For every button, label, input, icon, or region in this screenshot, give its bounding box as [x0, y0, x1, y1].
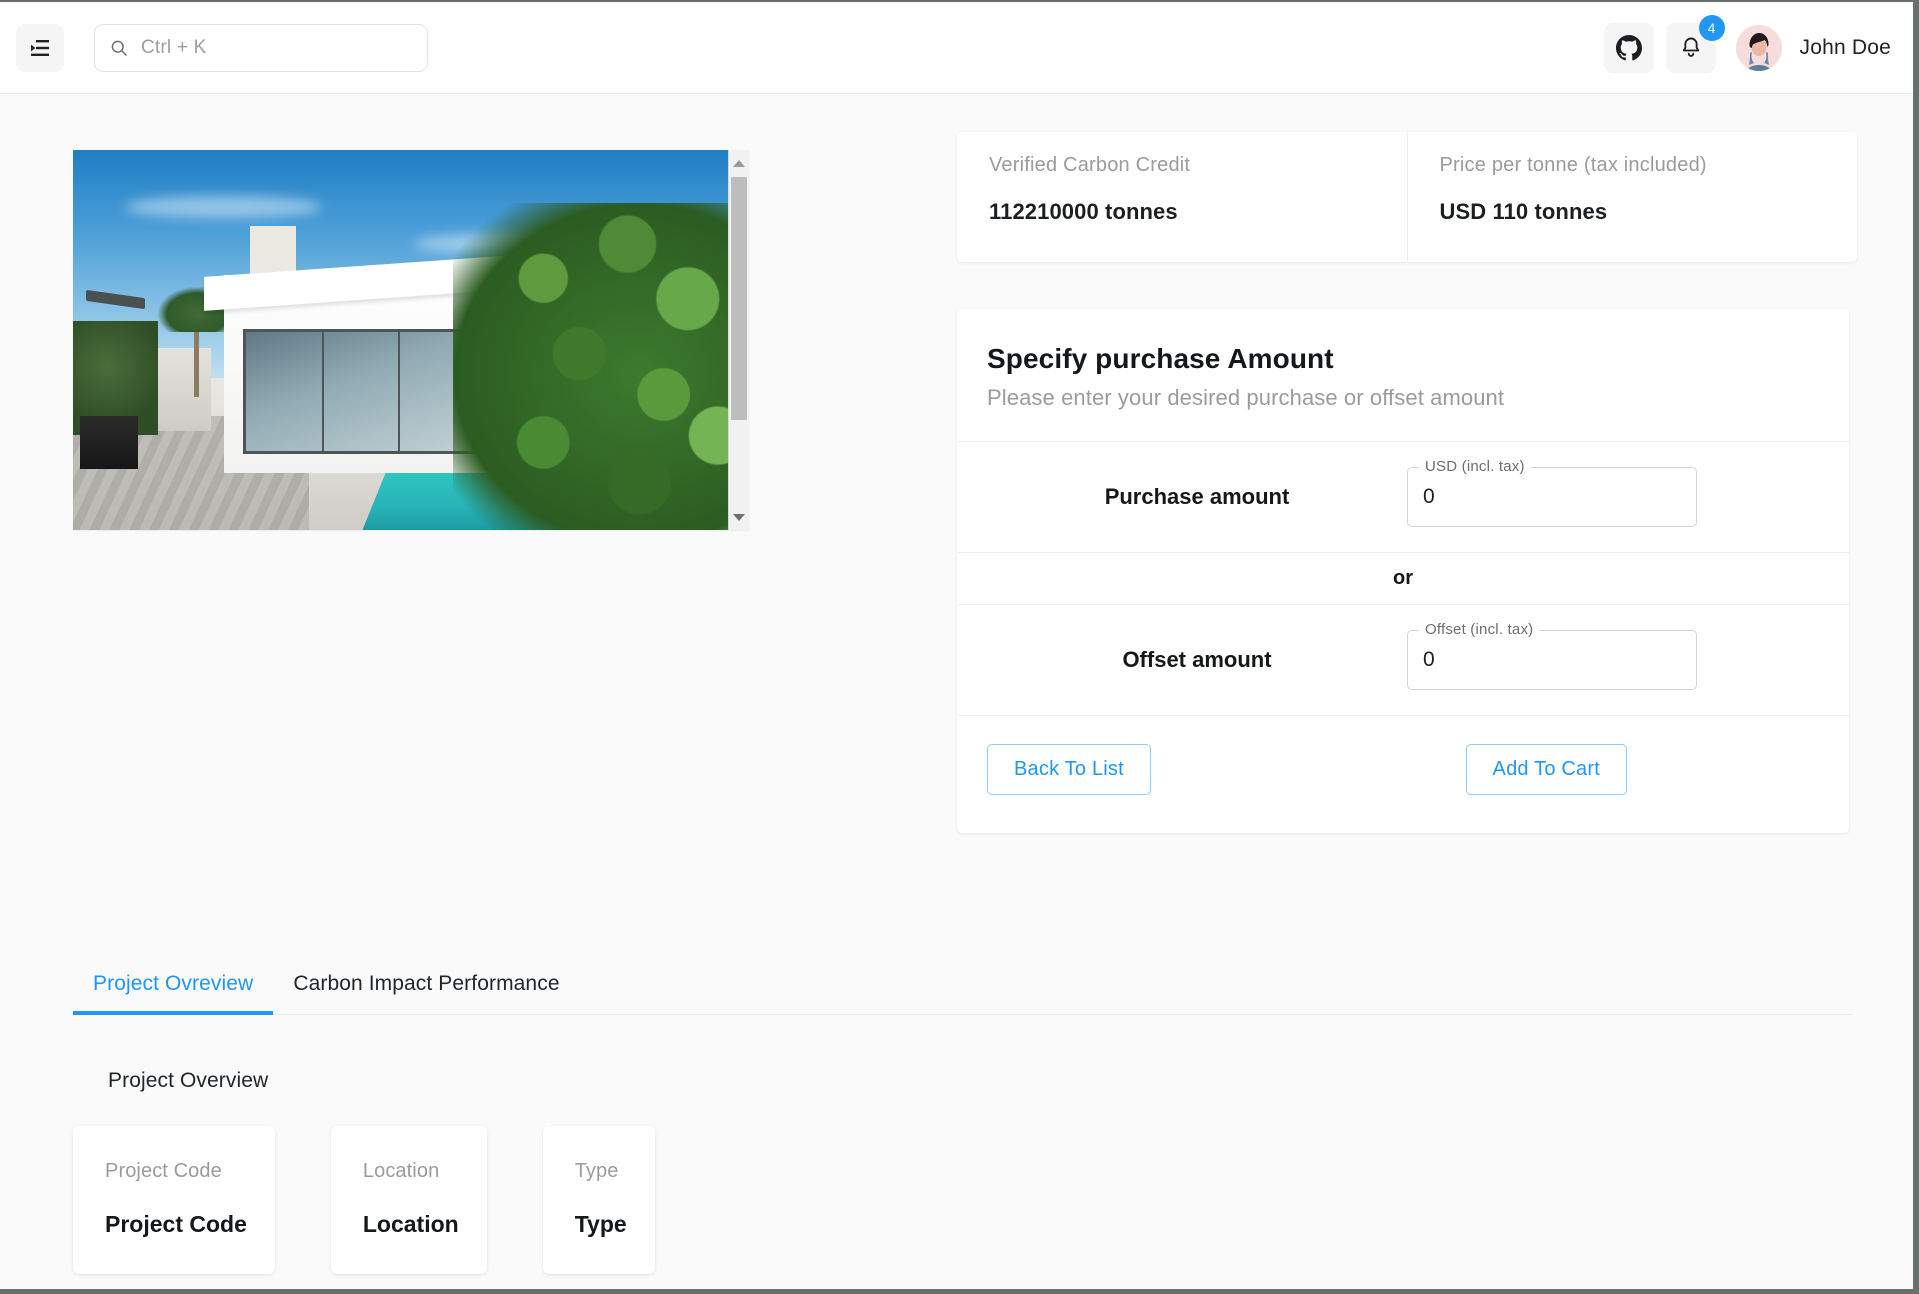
purchase-amount-label: Purchase amount [1104, 484, 1290, 509]
info-card-label: Project Code [105, 1160, 222, 1182]
offset-amount-row: Offset amount Offset (incl. tax) [957, 605, 1849, 715]
photo-planter [79, 416, 139, 470]
scrollbar-thumb[interactable] [731, 177, 747, 420]
avatar[interactable] [1735, 24, 1782, 71]
add-to-cart-button[interactable]: Add To Cart [1465, 744, 1627, 795]
stat-label: Price per tonne (tax included) [1439, 154, 1707, 176]
header-actions: 4 John Doe [1603, 14, 1892, 73]
project-photo [73, 150, 728, 530]
back-to-list-button[interactable]: Back To List [987, 744, 1151, 795]
notifications-button[interactable]: 4 [1665, 14, 1725, 73]
info-card-label: Type [574, 1160, 619, 1182]
tab-project-overview[interactable]: Project Ovreview [73, 956, 274, 1015]
app-viewport: Ctrl + K 4 John Doe Verified Carbon Cred… [0, 0, 1919, 1294]
scrollbar-up-button[interactable] [729, 153, 749, 173]
scrollbar-down-button[interactable] [729, 507, 749, 527]
stat-value: 112210000 tonnes [989, 199, 1178, 224]
offset-amount-input[interactable] [1407, 630, 1697, 690]
notification-badge: 4 [1698, 14, 1725, 41]
offset-amount-field[interactable]: Offset (incl. tax) [1407, 620, 1697, 690]
overview-section-title: Project Overview [108, 1069, 269, 1092]
stat-label: Verified Carbon Credit [989, 154, 1191, 176]
stat-verified-carbon-credit: Verified Carbon Credit 112210000 tonnes [957, 132, 1407, 262]
purchase-panel-header: Specify purchase Amount Please enter you… [957, 309, 1849, 441]
project-image-card [73, 150, 749, 530]
image-scrollbar[interactable] [728, 150, 749, 530]
info-card-project-code: Project Code Project Code [73, 1126, 275, 1274]
photo-glass-doors [243, 328, 480, 454]
github-button[interactable] [1603, 22, 1654, 73]
bell-icon [1682, 37, 1699, 57]
photo-foreground-bush [452, 203, 728, 530]
purchase-panel: Specify purchase Amount Please enter you… [957, 309, 1849, 833]
info-card-location: Location Location [330, 1126, 487, 1274]
overview-info-cards: Project Code Project Code Location Locat… [73, 1126, 655, 1274]
triangle-up-icon [733, 159, 745, 167]
triangle-down-icon [733, 513, 745, 521]
app-header: Ctrl + K 4 John Doe [0, 2, 1913, 94]
purchase-panel-actions: Back To List Add To Cart [957, 716, 1849, 833]
info-card-label: Location [362, 1160, 440, 1182]
info-card-value: Project Code [105, 1211, 247, 1237]
purchase-panel-subtitle: Please enter your desired purchase or of… [987, 385, 1505, 410]
offset-amount-label: Offset amount [1122, 647, 1272, 672]
stats-card: Verified Carbon Credit 112210000 tonnes … [957, 132, 1857, 262]
info-card-value: Location [362, 1211, 459, 1237]
stat-price-per-tonne: Price per tonne (tax included) USD 110 t… [1406, 132, 1858, 262]
purchase-amount-input[interactable] [1407, 467, 1697, 527]
info-card-type: Type Type [542, 1126, 655, 1274]
menu-indent-icon [31, 39, 49, 56]
search-input[interactable]: Ctrl + K [94, 23, 428, 72]
info-card-value: Type [574, 1211, 627, 1237]
or-separator: or [1393, 567, 1413, 589]
stat-value: USD 110 tonnes [1439, 199, 1608, 224]
user-name[interactable]: John Doe [1800, 36, 1892, 60]
page-content: Verified Carbon Credit 112210000 tonnes … [0, 94, 1913, 1289]
project-tabs: Project Ovreview Carbon Impact Performan… [73, 956, 1853, 1015]
purchase-amount-row: Purchase amount USD (incl. tax) [957, 442, 1849, 552]
sidebar-toggle-button[interactable] [16, 23, 64, 72]
github-icon [1615, 34, 1642, 60]
photo-cloud [125, 195, 322, 219]
search-placeholder: Ctrl + K [141, 36, 207, 58]
avatar-image [1735, 24, 1782, 71]
tab-carbon-impact-performance[interactable]: Carbon Impact Performance [273, 956, 579, 1014]
purchase-amount-field[interactable]: USD (incl. tax) [1407, 457, 1697, 527]
purchase-panel-title: Specify purchase Amount [987, 343, 1334, 374]
search-icon [111, 40, 127, 56]
